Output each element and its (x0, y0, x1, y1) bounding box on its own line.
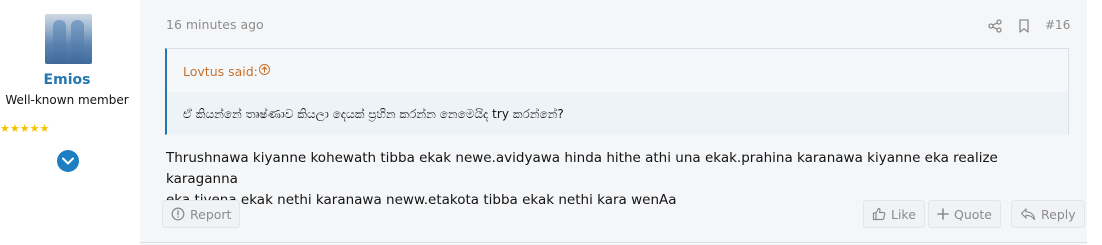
post-number-link[interactable]: #16 (1045, 18, 1070, 32)
chevron-down-icon (62, 157, 74, 165)
post-main: 16 minutes ago #16 Lovtus said: ඒ කියන්න… (140, 0, 1087, 245)
quote-label: Quote (954, 206, 993, 222)
quote-text: ඒ කියන්නේ තෘෂ්ණාව කියලා දෙයක් ප්‍රහින කර… (183, 107, 564, 121)
avatar-image-part (71, 20, 84, 64)
arrow-up-circle-icon (261, 66, 268, 73)
quote-button[interactable]: Quote (928, 200, 1002, 228)
reply-icon (1020, 208, 1036, 221)
reply-label: Reply (1041, 206, 1076, 222)
bookmark-button[interactable] (1018, 18, 1030, 37)
message-line: Thrushnawa kiyanne kohewath tibba ekak n… (166, 150, 998, 187)
avatar-image-part (53, 20, 66, 64)
expand-user-info-button[interactable] (57, 150, 79, 172)
post-divider (140, 242, 1087, 243)
post-timestamp[interactable]: 16 minutes ago (166, 17, 264, 32)
avatar[interactable] (45, 14, 92, 64)
plus-icon (937, 208, 949, 220)
report-button[interactable]: Report (162, 200, 241, 228)
share-button[interactable] (988, 18, 1002, 37)
rating-stars: ★★★★★ (0, 122, 50, 135)
report-label: Report (190, 206, 232, 222)
like-label: Like (891, 206, 916, 222)
reply-button[interactable]: Reply (1011, 200, 1085, 228)
thumbs-up-icon (872, 207, 886, 221)
quote-author-link[interactable]: Lovtus said: (183, 64, 258, 79)
scrollbar-track[interactable] (1087, 0, 1102, 245)
author-sidebar: Emios Well-known member ★★★★★ (0, 0, 140, 245)
username[interactable]: Emios (0, 72, 134, 88)
alert-circle-icon (171, 207, 185, 221)
jump-to-quote-button[interactable] (259, 64, 270, 75)
forum-post: Emios Well-known member ★★★★★ 16 minutes… (0, 0, 1087, 245)
quote-content: ඒ කියන්නේ තෘෂ්ණාව කියලා දෙයක් ප්‍රහින කර… (167, 92, 1068, 135)
quote-header: Lovtus said: (167, 49, 1068, 91)
share-icon (988, 19, 1002, 33)
like-button[interactable]: Like (863, 200, 925, 228)
bookmark-icon (1019, 19, 1029, 33)
user-title: Well-known member (5, 93, 129, 107)
quote-block: Lovtus said: ඒ කියන්නේ තෘෂ්ණාව කියලා දෙය… (165, 48, 1069, 135)
